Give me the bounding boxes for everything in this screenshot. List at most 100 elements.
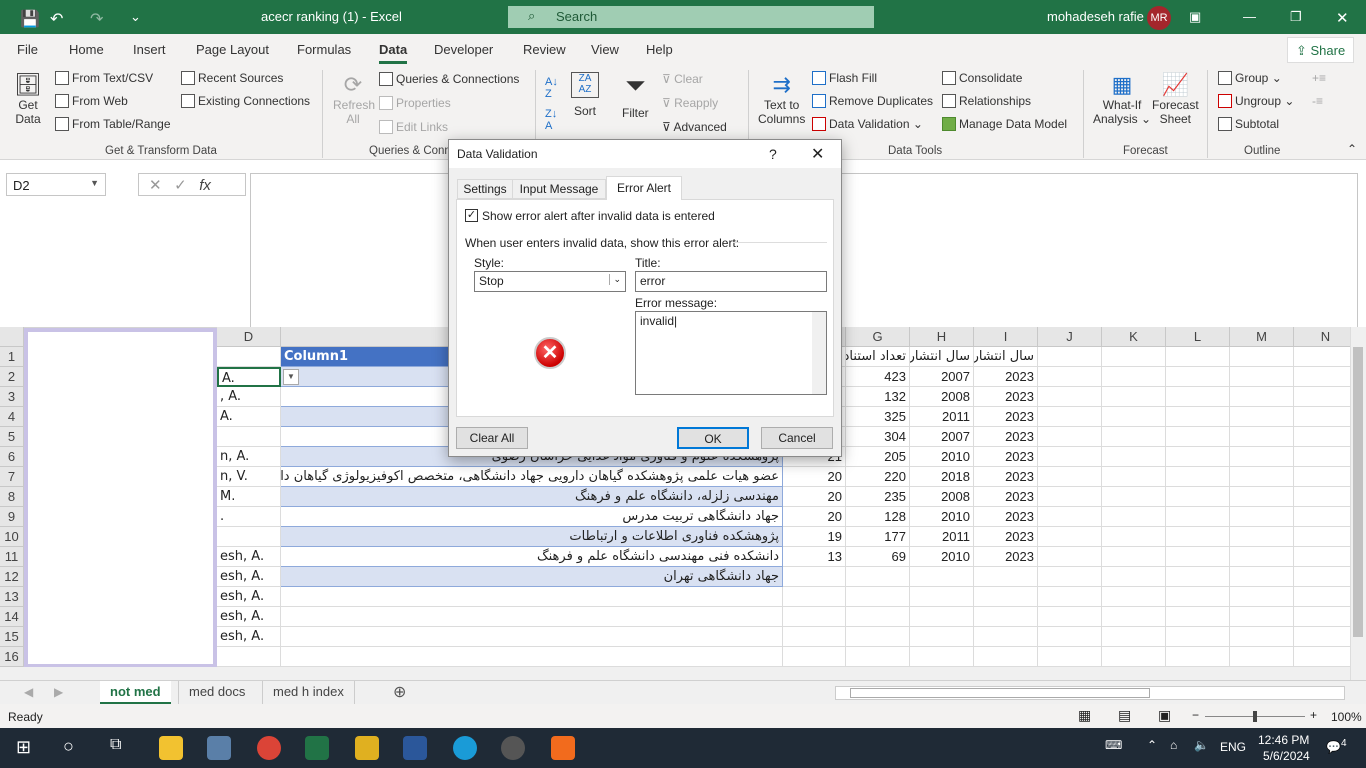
cell[interactable] (1038, 647, 1102, 667)
cell[interactable] (1038, 407, 1102, 427)
cell[interactable] (1294, 347, 1358, 367)
cell[interactable] (1102, 427, 1166, 447)
cell-i3[interactable]: 2023 (974, 387, 1038, 407)
app-icon[interactable] (355, 736, 379, 760)
show-hidden-icons[interactable]: ⌃ (1147, 738, 1157, 752)
enter-icon[interactable]: ✓ (174, 177, 187, 194)
cell[interactable] (1230, 547, 1294, 567)
row-header[interactable]: 16 (0, 647, 24, 667)
cell[interactable] (1166, 567, 1230, 587)
cell-g6[interactable]: 205 (846, 447, 910, 467)
cell[interactable] (1038, 587, 1102, 607)
cell-h9[interactable]: 2010 (910, 507, 974, 527)
zoom-out-icon[interactable]: − (1192, 708, 1199, 722)
search-circle-icon[interactable]: ○ (63, 736, 74, 757)
tab-view[interactable]: View (591, 42, 619, 57)
subtotal-button[interactable]: Subtotal (1218, 117, 1279, 131)
cell[interactable] (1166, 447, 1230, 467)
cell-g10[interactable]: 177 (846, 527, 910, 547)
cell-h3[interactable]: 2008 (910, 387, 974, 407)
cell[interactable] (1102, 527, 1166, 547)
media-player-icon[interactable] (501, 736, 525, 760)
cell-i8[interactable]: 2023 (974, 487, 1038, 507)
cell-e10[interactable]: پژوهشکده فناوری اطلاعات و ارتباطات (281, 527, 783, 547)
cell-i11[interactable]: 2023 (974, 547, 1038, 567)
cell-g14[interactable] (846, 607, 910, 627)
prev-sheet-icon[interactable]: ◀ (24, 685, 33, 699)
cell-g13[interactable] (846, 587, 910, 607)
cell[interactable] (1230, 347, 1294, 367)
select-all-corner[interactable] (0, 327, 24, 347)
cell-g1[interactable]: تعداد استناد (846, 347, 910, 367)
cell[interactable] (1230, 407, 1294, 427)
column-header[interactable]: G (846, 327, 910, 347)
cell[interactable] (1294, 467, 1358, 487)
row-header[interactable]: 3 (0, 387, 24, 407)
cell[interactable] (1230, 447, 1294, 467)
error-message-input[interactable]: invalid| (635, 311, 827, 395)
cell-f12[interactable] (783, 567, 846, 587)
cell[interactable] (1166, 487, 1230, 507)
customize-toolbar-icon[interactable]: ⌄ (130, 9, 141, 25)
advanced-button[interactable]: ⊽ Advanced (662, 120, 727, 134)
cell-h4[interactable]: 2011 (910, 407, 974, 427)
close-icon[interactable]: ✕ (1336, 9, 1349, 27)
cell[interactable] (1038, 627, 1102, 647)
what-if-analysis-button[interactable]: ▦ What-If Analysis ⌄ (1093, 72, 1151, 126)
cell[interactable] (1230, 627, 1294, 647)
cell-e8[interactable]: مهندسی زلزله، دانشگاه علم و فرهنگ (281, 487, 783, 507)
from-table-range-button[interactable]: From Table/Range (55, 117, 171, 131)
cell[interactable] (1038, 567, 1102, 587)
cell[interactable] (1102, 627, 1166, 647)
row-header[interactable]: 6 (0, 447, 24, 467)
row-header[interactable]: 15 (0, 627, 24, 647)
cell[interactable] (1038, 547, 1102, 567)
reapply-button[interactable]: ⊽ Reapply (662, 96, 718, 110)
cell[interactable] (1294, 587, 1358, 607)
cell-i5[interactable]: 2023 (974, 427, 1038, 447)
edit-links-button[interactable]: Edit Links (379, 120, 448, 134)
cell-g16[interactable] (846, 647, 910, 667)
cell-d14[interactable]: esh, A. (217, 607, 281, 627)
ungroup-button[interactable]: Ungroup ⌄ (1218, 94, 1294, 108)
cell[interactable] (1102, 647, 1166, 667)
normal-view-icon[interactable]: ▦ (1078, 707, 1091, 724)
add-sheet-icon[interactable]: ⊕ (393, 682, 406, 702)
text-to-columns-button[interactable]: ⇉ Text to Columns (758, 72, 805, 126)
cell[interactable] (1102, 567, 1166, 587)
notifications-icon[interactable]: 💬4 (1326, 738, 1347, 754)
manage-data-model-button[interactable]: Manage Data Model (942, 117, 1067, 131)
cell-g5[interactable]: 304 (846, 427, 910, 447)
zoom-in-icon[interactable]: + (1310, 708, 1317, 722)
restore-icon[interactable]: ❐ (1290, 9, 1302, 25)
function-icon[interactable]: fx (199, 177, 211, 194)
ok-button[interactable]: OK (677, 427, 749, 449)
cell-i12[interactable] (974, 567, 1038, 587)
cell[interactable] (1294, 427, 1358, 447)
task-view-icon[interactable]: ⧉ (110, 736, 121, 754)
cell-e15[interactable] (281, 627, 783, 647)
collapse-ribbon-icon[interactable]: ⌃ (1347, 142, 1357, 156)
cell-i1[interactable]: سال انتشار آ (974, 347, 1038, 367)
cell[interactable] (1038, 347, 1102, 367)
sort-button[interactable]: ZA AZ Sort (571, 72, 599, 118)
cell-d1[interactable] (217, 347, 281, 367)
row-header[interactable]: 11 (0, 547, 24, 567)
share-button[interactable]: ⇪ Share (1287, 37, 1354, 63)
column-header[interactable]: I (974, 327, 1038, 347)
cell[interactable] (1102, 487, 1166, 507)
cell-i15[interactable] (974, 627, 1038, 647)
row-header[interactable]: 4 (0, 407, 24, 427)
pdf-app-icon[interactable] (551, 736, 575, 760)
cell[interactable] (1294, 627, 1358, 647)
cell-e13[interactable] (281, 587, 783, 607)
word-icon[interactable] (403, 736, 427, 760)
chrome-icon[interactable] (257, 736, 281, 760)
ribbon-display-icon[interactable]: ▣ (1189, 9, 1201, 25)
close-icon[interactable]: ✕ (811, 144, 824, 164)
tab-file[interactable]: File (17, 42, 38, 57)
zoom-slider[interactable] (1205, 711, 1305, 722)
cell-d6[interactable]: n, A. (217, 447, 281, 467)
recent-sources-button[interactable]: Recent Sources (181, 71, 283, 85)
cell[interactable] (1230, 487, 1294, 507)
